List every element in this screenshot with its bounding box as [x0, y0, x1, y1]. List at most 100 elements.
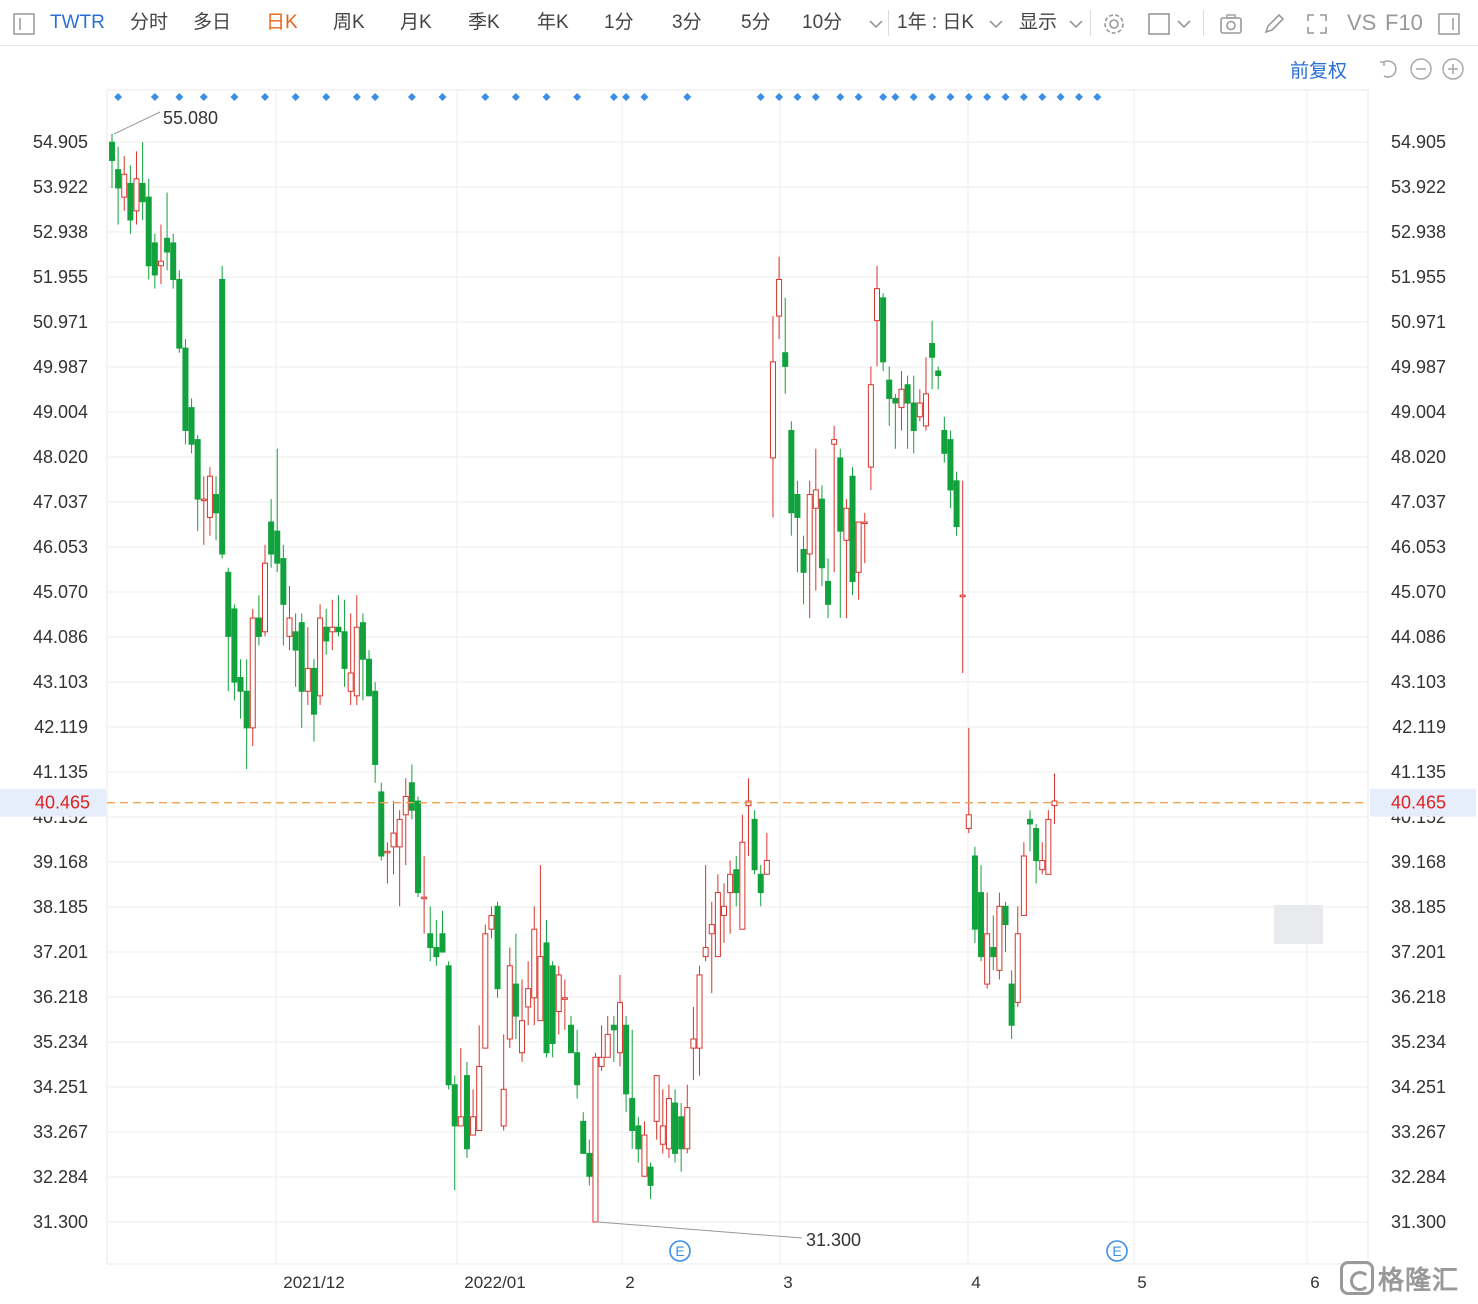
candle-down: [415, 800, 421, 894]
period-tab[interactable]: 3分: [672, 0, 702, 46]
chevron-down-icon[interactable]: [1062, 10, 1090, 38]
panel-toggle-icon[interactable]: [1435, 10, 1463, 38]
y-tick-label: 43.103: [1391, 672, 1446, 692]
range-select[interactable]: 1年 : 日K: [897, 0, 974, 46]
candle-down: [292, 631, 299, 651]
candlestick-chart[interactable]: 54.905 53.922 52.938 51.955 50.971 49.987 49.0…: [0, 46, 1478, 1304]
y-tick-label: 34.251: [33, 1077, 88, 1097]
gear-icon[interactable]: [1100, 10, 1128, 38]
candle-down: [323, 626, 330, 642]
camera-icon[interactable]: [1217, 10, 1245, 38]
candle-up: [690, 1038, 697, 1049]
candle-down: [127, 182, 134, 221]
period-tab[interactable]: 1分: [604, 0, 634, 46]
candle-down: [255, 617, 262, 637]
candle-down: [433, 946, 440, 958]
candle-down: [268, 521, 275, 555]
y-tick-label: 41.135: [1391, 762, 1446, 782]
signal-marker: [573, 93, 582, 101]
watermark-logo: 格隆汇: [1340, 1258, 1475, 1298]
y-tick-label: 54.905: [33, 132, 88, 152]
y-tick-label: 35.234: [33, 1032, 88, 1052]
vs-button[interactable]: VS: [1347, 0, 1376, 46]
candle-up: [353, 626, 360, 697]
signal-marker: [542, 93, 551, 101]
candle-down: [341, 631, 348, 669]
candle-up: [488, 914, 495, 930]
period-tab-active[interactable]: 日K: [266, 0, 298, 46]
signal-marker: [481, 93, 490, 101]
chart-style-icon[interactable]: [1145, 10, 1173, 38]
signal-marker: [622, 93, 631, 101]
y-tick-label: 48.020: [1391, 447, 1446, 467]
candle-up: [598, 1056, 605, 1067]
fullscreen-icon[interactable]: [1303, 10, 1331, 38]
f10-button[interactable]: F10: [1385, 0, 1423, 46]
candle-down: [629, 1097, 636, 1131]
candle-up: [304, 667, 311, 692]
chevron-down-icon[interactable]: [862, 10, 890, 38]
signal-marker: [964, 93, 973, 101]
plot-frame: [106, 89, 1369, 1265]
y-tick-label: 45.070: [33, 582, 88, 602]
pencil-icon[interactable]: [1260, 10, 1288, 38]
candle-up: [262, 562, 268, 633]
candle-down: [243, 690, 250, 729]
period-tab[interactable]: 5分: [741, 0, 771, 46]
candle-up: [286, 617, 293, 637]
candle-up: [457, 1116, 464, 1127]
x-tick-label: 2021/12: [283, 1273, 344, 1292]
candle-down: [231, 608, 238, 683]
y-tick-label: 42.119: [34, 717, 88, 737]
candle-up: [702, 946, 709, 958]
divider: [1090, 10, 1091, 36]
candle-down: [194, 439, 201, 500]
candle-down: [782, 352, 789, 367]
x-tick-label: 2: [625, 1273, 634, 1292]
period-tab[interactable]: 周K: [333, 0, 365, 46]
candle-down: [647, 1166, 654, 1186]
candle-up: [855, 521, 862, 573]
candle-down: [971, 855, 978, 930]
candle-down: [188, 407, 195, 445]
candle-up: [482, 933, 489, 1049]
candle-down: [512, 983, 519, 1017]
candle-down: [757, 873, 764, 894]
display-select[interactable]: 显示: [1019, 0, 1057, 46]
candle-up: [421, 896, 428, 900]
signal-marker: [407, 93, 416, 101]
y-tick-label: 47.037: [33, 492, 88, 512]
period-tab[interactable]: 多日: [193, 0, 231, 46]
candle-up: [653, 1075, 660, 1122]
period-tab[interactable]: 月K: [400, 0, 432, 46]
symbol-label[interactable]: TWTR: [50, 0, 105, 46]
y-tick-label: 31.300: [33, 1212, 88, 1232]
candle-down: [543, 942, 550, 1054]
candle-up: [200, 498, 207, 502]
sidebar-toggle-icon[interactable]: [10, 10, 38, 38]
candle-down: [678, 1116, 685, 1150]
candle-down: [910, 402, 917, 431]
period-tab[interactable]: 年K: [537, 0, 569, 46]
divider: [1203, 10, 1204, 36]
candle-down: [733, 869, 740, 894]
candle-up: [831, 439, 838, 445]
y-tick-label: 39.168: [1391, 852, 1446, 872]
y-tick-label: 36.218: [1391, 987, 1446, 1007]
chevron-down-icon[interactable]: [982, 10, 1010, 38]
candle-down: [574, 1052, 581, 1086]
period-tab[interactable]: 10分: [802, 0, 842, 46]
signal-marker: [1019, 93, 1028, 101]
candle-up: [714, 892, 721, 958]
candle-up: [133, 178, 140, 212]
candle-up: [1039, 860, 1046, 871]
tooltip-box: [1274, 905, 1323, 944]
earnings-event-label: E: [1112, 1243, 1121, 1259]
candle-down: [892, 397, 899, 404]
chevron-down-icon[interactable]: [1170, 10, 1198, 38]
grid: [106, 89, 1369, 1265]
candle-down: [359, 622, 366, 660]
candle-down: [886, 379, 893, 399]
period-tab[interactable]: 分时: [130, 0, 168, 46]
period-tab[interactable]: 季K: [468, 0, 500, 46]
